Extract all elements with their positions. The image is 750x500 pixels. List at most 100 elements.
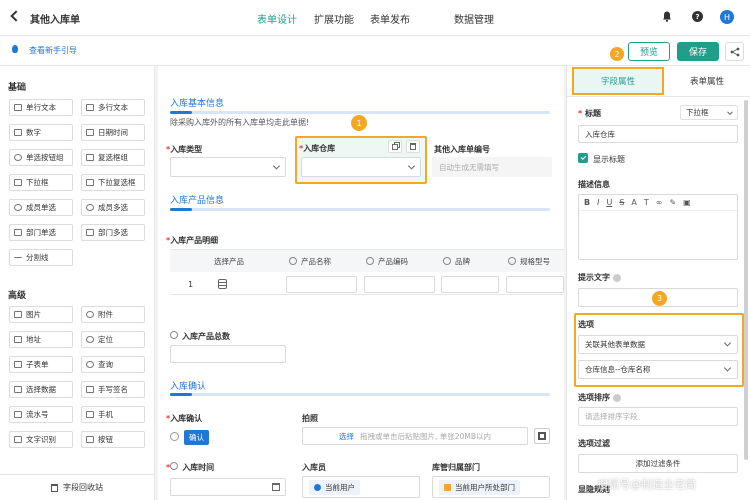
image-icon[interactable]: ▣ (683, 198, 691, 207)
comp-member-multi[interactable]: 成员多选 (81, 199, 145, 216)
inbound-type-select[interactable] (170, 157, 286, 177)
back-icon[interactable] (10, 10, 22, 22)
inbound-time-input[interactable] (170, 478, 286, 496)
comp-phone[interactable]: 手机 (81, 406, 145, 423)
tab-divider (567, 96, 750, 97)
radio-icon (14, 154, 22, 161)
cell-brand[interactable] (441, 276, 499, 293)
department-icon (14, 229, 22, 236)
trash-icon (410, 143, 416, 150)
delete-field-button[interactable] (406, 140, 420, 153)
link-icon[interactable]: ∞ (656, 198, 663, 207)
comp-ocr[interactable]: 文字识别 (9, 431, 73, 448)
comp-location[interactable]: 定位 (81, 331, 145, 348)
underline-icon[interactable]: U (606, 198, 612, 207)
recycle-bin[interactable]: 字段回收站 (0, 474, 154, 500)
add-filter-button[interactable]: 添加过滤条件 (578, 454, 738, 473)
option-source-select[interactable]: 关联其他表单数据 (578, 335, 738, 354)
dept-field[interactable]: 当前用户所处部门 (432, 476, 550, 498)
comp-radio-group[interactable]: 单选按钮组 (9, 149, 73, 166)
save-button[interactable]: 保存 (677, 42, 719, 61)
comp-member-single[interactable]: 成员单选 (9, 199, 73, 216)
cell-spec[interactable] (506, 276, 564, 293)
avatar[interactable]: H (720, 10, 734, 24)
share-icon (730, 47, 739, 56)
comp-checkbox-group[interactable]: 复选框组 (81, 149, 145, 166)
qrcode-icon[interactable] (534, 428, 550, 444)
help-icon[interactable]: ? (692, 11, 703, 22)
tab-data-management[interactable]: 数据管理 (454, 11, 494, 26)
panel-scrollbar[interactable] (744, 100, 748, 460)
comp-multi-text[interactable]: 多行文本 (81, 99, 145, 116)
comp-datetime[interactable]: 日期时间 (81, 124, 145, 141)
preview-button[interactable]: 预览 (628, 42, 670, 61)
tab-form-design[interactable]: 表单设计 (257, 11, 297, 38)
italic-icon[interactable]: I (597, 198, 599, 207)
select-product-icon[interactable] (218, 279, 227, 289)
copy-field-button[interactable] (388, 140, 402, 153)
show-title-checkbox[interactable] (578, 153, 588, 163)
bell-icon[interactable] (662, 11, 672, 22)
comp-query[interactable]: 查询 (81, 356, 145, 373)
link-icon (170, 462, 179, 470)
comp-serial-no[interactable]: 流水号 (9, 406, 73, 423)
info-icon (612, 393, 621, 402)
share-button[interactable] (725, 42, 744, 61)
confirm-radio[interactable] (170, 432, 179, 441)
comp-attachment[interactable]: 附件 (81, 306, 145, 323)
font-size-icon[interactable]: A (631, 198, 636, 207)
confirm-option[interactable]: 确认 (184, 430, 209, 445)
label-product-detail: *入库产品明细 (166, 236, 219, 245)
cell-product-name[interactable] (286, 276, 357, 293)
dropdown-icon (14, 179, 22, 186)
title-type-select[interactable]: 下拉框 (680, 105, 738, 120)
section-line-basic (170, 111, 550, 114)
link-icon (289, 257, 297, 265)
comp-number[interactable]: 数字 (9, 124, 73, 141)
comp-single-text[interactable]: 单行文本 (9, 99, 73, 116)
comp-address[interactable]: 地址 (9, 331, 73, 348)
text-format-icon[interactable]: T (644, 198, 649, 207)
tab-publish[interactable]: 表单发布 (370, 11, 410, 26)
warehouse-select[interactable] (301, 157, 421, 177)
rich-text-editor[interactable]: B I U S A T ∞ ✎ ▣ (578, 194, 738, 260)
guide-link[interactable]: 查看新手引导 (29, 45, 77, 56)
comp-dept-multi[interactable]: 部门多选 (81, 224, 145, 241)
cell-product-code[interactable] (364, 276, 435, 293)
label-photo: 拍照 (302, 414, 318, 423)
option-field-select[interactable]: 仓库信息--仓库名称 (578, 360, 738, 379)
title-input[interactable]: 入库仓库 (578, 125, 738, 143)
comp-divider[interactable]: 分割线 (9, 249, 73, 266)
strikethrough-icon[interactable]: S (619, 198, 624, 207)
chevron-down-icon (727, 108, 733, 115)
comp-button[interactable]: 按钮 (81, 431, 145, 448)
highlight-icon[interactable]: ✎ (669, 198, 676, 207)
bold-icon[interactable]: B (584, 198, 590, 207)
product-table: 选择产品 产品名称 产品编码 品牌 规格型号 1 (170, 249, 564, 295)
section-line-confirm (170, 393, 550, 396)
calendar-icon (86, 129, 94, 136)
properties-panel: 字段属性 表单属性 * 标题 下拉框 入库仓库 显示标题 描述信息 B I U … (566, 66, 750, 500)
photo-upload[interactable]: 选择 拖拽或单击后粘贴图片, 单张20MB以内 (302, 427, 528, 445)
comp-select-data[interactable]: 选择数据 (9, 381, 73, 398)
total-input[interactable] (170, 345, 286, 363)
sort-select[interactable]: 请选择排序字段 (578, 407, 738, 426)
check-icon (580, 153, 586, 160)
th-product-name: 产品名称 (285, 250, 331, 272)
comp-dropdown-multi[interactable]: 下拉复选框 (81, 174, 145, 191)
watermark: 搜狐号@制造业老简 (597, 478, 696, 491)
comp-image[interactable]: 图片 (9, 306, 73, 323)
section-advanced: 高级 (8, 291, 27, 301)
th-brand: 品牌 (439, 250, 470, 272)
operator-field[interactable]: 当前用户 (302, 476, 420, 498)
comp-dropdown[interactable]: 下拉框 (9, 174, 73, 191)
tab-form-properties[interactable]: 表单属性 (667, 67, 747, 95)
tab-extensions[interactable]: 扩展功能 (314, 11, 354, 26)
comp-subform[interactable]: 子表单 (9, 356, 73, 373)
image-icon (14, 311, 22, 318)
serial-icon (14, 411, 22, 418)
comp-signature[interactable]: 手写签名 (81, 381, 145, 398)
callout-badge-2: 2 (610, 47, 624, 61)
tab-field-properties[interactable]: 字段属性 (572, 67, 664, 95)
comp-dept-single[interactable]: 部门单选 (9, 224, 73, 241)
